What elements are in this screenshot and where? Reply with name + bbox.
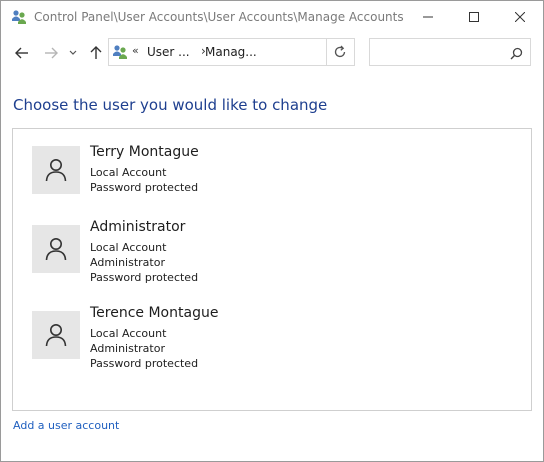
title-bar: Control Panel\User Accounts\User Account… <box>1 1 543 33</box>
account-name: Terry Montague <box>90 144 199 160</box>
recent-locations-button[interactable] <box>67 44 79 62</box>
page-heading: Choose the user you would like to change <box>13 96 328 114</box>
search-box[interactable] <box>369 38 531 66</box>
account-type: Local Account <box>90 241 167 254</box>
breadcrumb-manage-accounts[interactable]: Manag... <box>205 45 257 59</box>
account-administrator[interactable]: Administrator Local Account Administrato… <box>32 219 492 285</box>
window-title: Control Panel\User Accounts\User Account… <box>34 10 404 24</box>
minimize-icon <box>423 16 433 18</box>
up-button[interactable] <box>87 44 105 62</box>
arrow-right-icon <box>45 47 58 59</box>
maximize-button[interactable] <box>451 1 497 33</box>
account-terence-montague[interactable]: Terence Montague Local Account Administr… <box>32 305 492 371</box>
avatar <box>32 225 80 273</box>
account-type: Local Account <box>90 166 167 179</box>
user-icon <box>45 324 67 347</box>
avatar <box>32 311 80 359</box>
address-divider <box>326 39 327 65</box>
add-user-account-link[interactable]: Add a user account <box>13 419 119 432</box>
avatar <box>32 146 80 194</box>
overflow-chevron[interactable]: « <box>132 44 139 57</box>
refresh-button[interactable] <box>330 43 350 61</box>
account-type: Local Account <box>90 327 167 340</box>
users-icon <box>112 44 128 60</box>
accounts-list: Terry Montague Local Account Password pr… <box>12 128 532 411</box>
breadcrumb-user-accounts[interactable]: User ... <box>147 45 190 59</box>
user-icon <box>45 238 67 261</box>
account-status: Password protected <box>90 181 199 194</box>
account-name: Terence Montague <box>90 305 219 321</box>
search-input[interactable] <box>374 42 508 64</box>
search-icon[interactable] <box>510 45 523 64</box>
arrow-up-icon <box>90 46 102 59</box>
account-status: Password protected <box>90 271 199 284</box>
user-icon <box>45 159 67 182</box>
account-role: Administrator <box>90 256 165 269</box>
maximize-icon <box>469 12 479 22</box>
back-button[interactable] <box>13 44 31 62</box>
close-button[interactable] <box>497 1 543 33</box>
arrow-left-icon <box>15 47 28 59</box>
users-icon <box>11 9 27 25</box>
forward-button[interactable] <box>42 44 60 62</box>
chevron-down-icon <box>69 50 77 55</box>
account-status: Password protected <box>90 357 199 370</box>
refresh-icon <box>334 45 346 58</box>
account-terry-montague[interactable]: Terry Montague Local Account Password pr… <box>32 144 492 206</box>
minimize-button[interactable] <box>405 1 451 33</box>
address-bar[interactable]: « User ... › Manag... <box>108 38 355 66</box>
account-role: Administrator <box>90 342 165 355</box>
close-icon <box>515 12 525 22</box>
account-name: Administrator <box>90 219 186 235</box>
control-panel-window: Control Panel\User Accounts\User Account… <box>0 0 544 462</box>
